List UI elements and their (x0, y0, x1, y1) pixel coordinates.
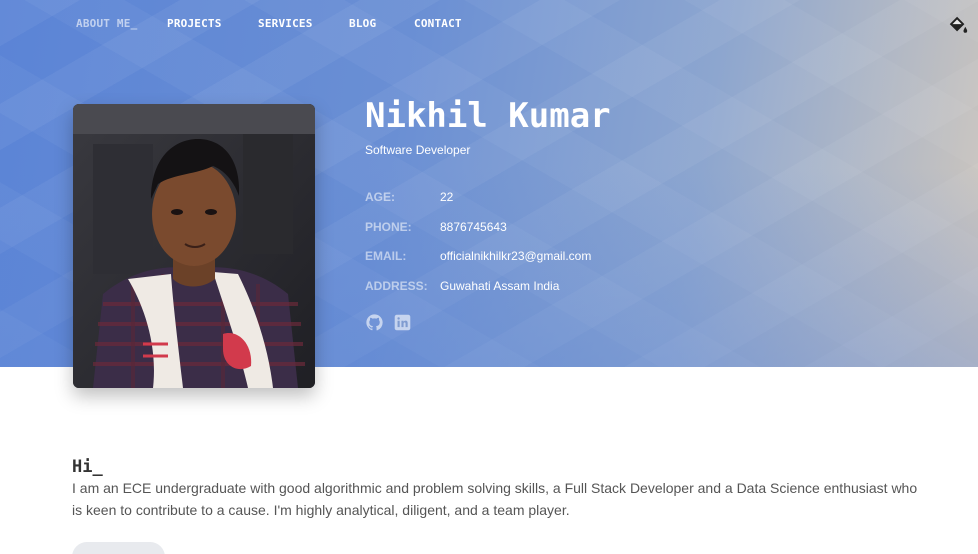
paint-bucket-icon[interactable] (947, 14, 969, 36)
detail-label: ADDRESS: (365, 278, 428, 293)
nav-about-me[interactable]: ABOUT ME_ (76, 17, 167, 30)
about-heading: Hi_ (72, 457, 103, 477)
profile-photo-illustration (73, 104, 315, 388)
nav-services[interactable]: SERVICES (258, 17, 349, 30)
detail-label: PHONE: (365, 219, 412, 234)
detail-value: officialnikhilkr23@gmail.com (440, 249, 592, 263)
profile-photo (73, 104, 315, 388)
detail-row-address: ADDRESS: Guwahati Assam India (365, 279, 591, 309)
social-links (366, 314, 411, 331)
github-icon[interactable] (366, 314, 383, 331)
detail-row-age: AGE: 22 (365, 190, 591, 220)
top-navigation: ABOUT ME_ PROJECTS SERVICES BLOG CONTACT (76, 17, 474, 30)
profile-name: Nikhil Kumar (365, 96, 611, 136)
detail-value: Guwahati Assam India (440, 278, 560, 293)
about-bio: I am an ECE undergraduate with good algo… (72, 480, 918, 518)
detail-label: AGE: (365, 190, 395, 204)
linkedin-icon[interactable] (394, 314, 411, 331)
about-action-button[interactable] (72, 542, 165, 554)
nav-contact[interactable]: CONTACT (414, 17, 474, 30)
detail-row-email: EMAIL: officialnikhilkr23@gmail.com (365, 249, 591, 279)
nav-blog[interactable]: BLOG (349, 17, 414, 30)
detail-value: 22 (440, 190, 454, 204)
detail-label: EMAIL: (365, 249, 407, 263)
profile-role: Software Developer (365, 143, 471, 157)
detail-value: 8876745643 (440, 219, 507, 234)
profile-details: AGE: 22 PHONE: 8876745643 EMAIL: officia… (365, 190, 591, 308)
nav-projects[interactable]: PROJECTS (167, 17, 258, 30)
detail-row-phone: PHONE: 8876745643 (365, 220, 591, 250)
